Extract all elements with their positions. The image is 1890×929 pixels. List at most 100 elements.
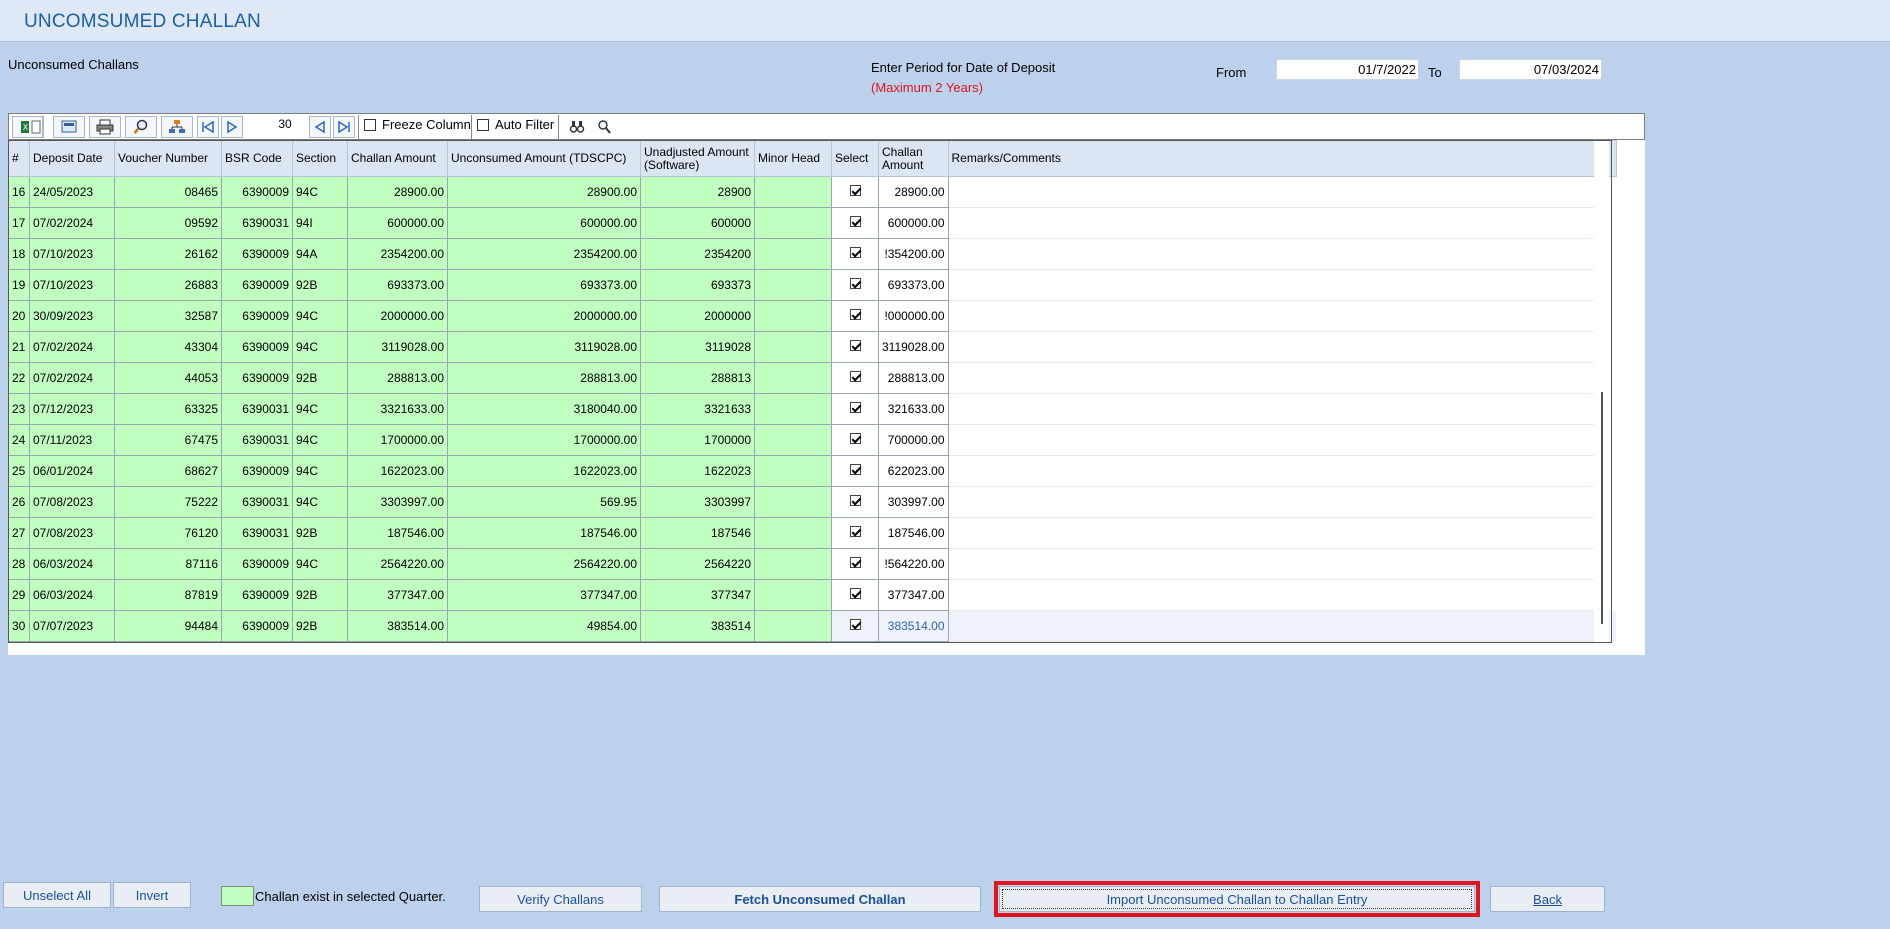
table-row[interactable]: 19 07/10/2023 26883 6390009 92B 693373.00 6933… [8,269,1617,301]
cell-remarks[interactable] [947,269,1600,301]
find-icon[interactable] [125,116,157,138]
col-header-num[interactable]: # [8,140,30,177]
cell-remarks[interactable] [947,548,1600,580]
col-header-remarks[interactable]: Remarks/Comments [947,140,1600,177]
table-row[interactable]: 16 24/05/2023 08465 6390009 94C 28900.00 28900… [8,176,1617,208]
cell-remarks[interactable] [947,393,1600,425]
select-checkbox[interactable] [849,247,861,258]
cell-select[interactable] [831,455,879,487]
table-row[interactable]: 22 07/02/2024 44053 6390009 92B 288813.00 2888… [8,362,1617,394]
cell-challan-amount: 693373.00 [347,269,448,301]
cell-remarks[interactable] [947,331,1600,363]
cell-select[interactable] [831,579,879,611]
cell-select[interactable] [831,610,879,642]
table-row[interactable]: 20 30/09/2023 32587 6390009 94C 2000000.00 200… [8,300,1617,332]
cell-remarks[interactable] [947,362,1600,394]
csv-export-icon[interactable] [53,116,85,138]
next-page-icon[interactable] [221,116,243,138]
back-button[interactable]: Back [1490,886,1605,912]
cell-select[interactable] [831,300,879,332]
select-checkbox[interactable] [849,464,861,475]
cell-remarks[interactable] [947,207,1600,239]
vertical-scrollbar[interactable] [1594,140,1609,643]
table-row[interactable]: 24 07/11/2023 67475 6390031 94C 1700000.00 170… [8,424,1617,456]
col-header-bsr-code[interactable]: BSR Code [221,140,293,177]
table-row[interactable]: 30 07/07/2023 94484 6390009 92B 383514.00 4985… [8,610,1617,642]
table-row[interactable]: 27 07/08/2023 76120 6390031 92B 187546.00 1875… [8,517,1617,549]
table-row[interactable]: 29 06/03/2024 87819 6390009 92B 377347.00 3773… [8,579,1617,611]
cell-select[interactable] [831,517,879,549]
invert-button[interactable]: Invert [113,882,191,908]
cell-select[interactable] [831,238,879,270]
cell-select[interactable] [831,331,879,363]
col-header-deposit-date[interactable]: Deposit Date [29,140,115,177]
col-header-unconsumed-amount[interactable]: Unconsumed Amount (TDSCPC) [447,140,641,177]
select-checkbox[interactable] [849,185,861,196]
unselect-all-button[interactable]: Unselect All [3,882,111,908]
col-header-unadjusted-amount[interactable]: Unadjusted Amount (Software) [640,140,755,177]
cell-section: 92B [292,269,348,301]
col-header-minor-head[interactable]: Minor Head [754,140,832,177]
table-row[interactable]: 25 06/01/2024 68627 6390009 94C 1622023.00 162… [8,455,1617,487]
col-header-select[interactable]: Select [831,140,879,177]
col-header-voucher-number[interactable]: Voucher Number [114,140,222,177]
cell-voucher-number: 26162 [114,238,222,270]
select-checkbox[interactable] [849,216,861,227]
table-row[interactable]: 28 06/03/2024 87116 6390009 94C 2564220.00 256… [8,548,1617,580]
freeze-column-checkbox[interactable]: Freeze Column [364,117,471,132]
cell-select[interactable] [831,176,879,208]
cell-select[interactable] [831,207,879,239]
table-row[interactable]: 17 07/02/2024 09592 6390031 94I 600000.00 6000… [8,207,1617,239]
cell-select[interactable] [831,393,879,425]
first-page-icon[interactable] [197,116,219,138]
table-row[interactable]: 26 07/08/2023 75222 6390031 94C 3303997.00 569… [8,486,1617,518]
cell-remarks[interactable] [947,486,1600,518]
table-row[interactable]: 23 07/12/2023 63325 6390031 94C 3321633.00 318… [8,393,1617,425]
cell-remarks[interactable] [947,610,1600,642]
table-row[interactable]: 18 07/10/2023 26162 6390009 94A 2354200.00 235… [8,238,1617,270]
select-checkbox[interactable] [849,371,861,382]
select-checkbox[interactable] [849,619,861,630]
print-icon[interactable] [89,116,121,138]
cell-select[interactable] [831,486,879,518]
binoculars-icon[interactable] [566,116,588,138]
select-checkbox[interactable] [849,495,861,506]
freeze-column-box[interactable] [364,118,376,131]
fetch-unconsumed-challan-button[interactable]: Fetch Unconsumed Challan [659,886,981,912]
select-checkbox[interactable] [849,278,861,289]
cell-remarks[interactable] [947,300,1600,332]
select-checkbox[interactable] [849,340,861,351]
cell-select[interactable] [831,362,879,394]
import-challan-button[interactable]: Import Unconsumed Challan to Challan Ent… [999,886,1475,912]
select-checkbox[interactable] [849,557,861,568]
verify-challans-button[interactable]: Verify Challans [479,886,642,912]
col-header-amount[interactable]: Challan Amount [878,140,949,177]
select-checkbox[interactable] [849,309,861,320]
cell-remarks[interactable] [947,455,1600,487]
select-checkbox[interactable] [849,402,861,413]
cell-select[interactable] [831,269,879,301]
auto-filter-box[interactable] [477,118,489,131]
hierarchy-icon[interactable] [161,116,193,138]
select-checkbox[interactable] [849,433,861,444]
last-icon[interactable] [333,116,355,138]
cell-select[interactable] [831,424,879,456]
select-checkbox[interactable] [849,526,861,537]
cell-remarks[interactable] [947,424,1600,456]
col-header-challan-amount[interactable]: Challan Amount [347,140,448,177]
cell-remarks[interactable] [947,517,1600,549]
select-checkbox[interactable] [849,588,861,599]
to-date-input[interactable] [1459,59,1602,80]
auto-filter-checkbox[interactable]: Auto Filter [477,117,554,132]
cell-remarks[interactable] [947,238,1600,270]
cell-select[interactable] [831,548,879,580]
col-header-section[interactable]: Section [292,140,348,177]
cell-remarks[interactable] [947,579,1600,611]
table-row[interactable]: 21 07/02/2024 43304 6390009 94C 3119028.00 311… [8,331,1617,363]
cell-remarks[interactable] [947,176,1600,208]
scrollbar-thumb[interactable] [1601,392,1603,624]
search-advanced-icon[interactable] [593,116,615,138]
from-date-input[interactable] [1276,59,1419,80]
prev-icon[interactable] [309,116,331,138]
copy-icon[interactable] [29,116,43,138]
